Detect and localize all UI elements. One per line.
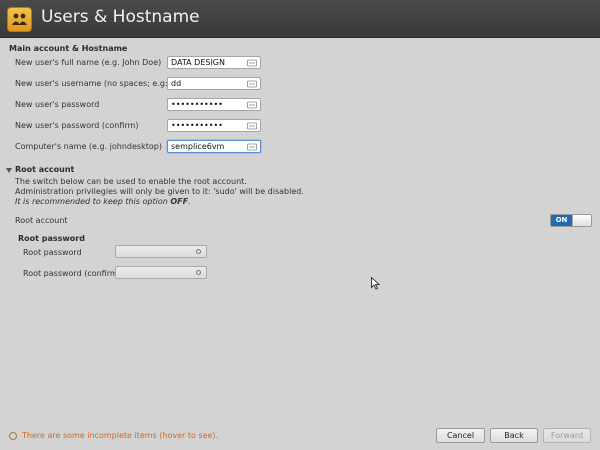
username-input[interactable]: dd — [167, 77, 261, 90]
root-password-title: Root password — [18, 234, 85, 243]
recommend-value: OFF — [170, 197, 189, 206]
computer-name-label: Computer's name (e.g. johndesktop) — [15, 142, 162, 151]
cancel-button[interactable]: Cancel — [436, 428, 485, 443]
keyboard-icon — [247, 59, 257, 67]
keyboard-icon — [247, 143, 257, 151]
root-password-confirm-input[interactable] — [115, 266, 207, 279]
password-label: New user's password — [15, 100, 100, 109]
switch-on-label: ON — [551, 215, 572, 226]
recommend-prefix: It is recommended to keep this option — [15, 197, 171, 206]
main-account-section-title: Main account & Hostname — [9, 44, 128, 53]
root-password-input[interactable] — [115, 245, 207, 258]
collapse-triangle-icon[interactable] — [6, 168, 12, 173]
warning-icon — [9, 432, 17, 440]
root-description-line2: Administration privilegies will only be … — [15, 187, 304, 196]
username-label: New user's username (no spaces; e.g: joh… — [15, 79, 191, 88]
computer-name-input[interactable]: semplice6vm — [167, 140, 261, 153]
root-description-line1: The switch below can be used to enable t… — [15, 177, 247, 186]
recommend-suffix: . — [188, 197, 191, 206]
full-name-input[interactable]: DATA DESIGN — [167, 56, 261, 69]
switch-knob[interactable] — [572, 215, 591, 226]
root-account-switch[interactable]: ON — [550, 214, 592, 227]
password-value: ••••••••••• — [171, 100, 223, 109]
root-account-section-title: Root account — [15, 165, 75, 174]
keyboard-icon — [247, 101, 257, 109]
mouse-cursor-icon — [371, 277, 380, 290]
computer-name-value: semplice6vm — [171, 142, 225, 151]
password-confirm-label: New user's password (confirm) — [15, 121, 139, 130]
window-title: Users & Hostname — [41, 7, 200, 27]
clear-icon — [196, 270, 201, 275]
password-input[interactable]: ••••••••••• — [167, 98, 261, 111]
password-confirm-value: ••••••••••• — [171, 121, 223, 130]
username-value: dd — [171, 79, 182, 88]
keyboard-icon — [247, 122, 257, 130]
password-confirm-input[interactable]: ••••••••••• — [167, 119, 261, 132]
title-bar: Users & Hostname — [0, 0, 600, 38]
users-icon — [7, 7, 32, 32]
forward-button[interactable]: Forward — [543, 428, 591, 443]
back-button[interactable]: Back — [490, 428, 538, 443]
status-message[interactable]: There are some incomplete items (hover t… — [22, 431, 218, 440]
full-name-value: DATA DESIGN — [171, 58, 225, 67]
root-password-confirm-label: Root password (confirm) — [23, 269, 121, 278]
root-recommendation: It is recommended to keep this option OF… — [15, 197, 191, 207]
root-password-label: Root password — [23, 248, 82, 257]
root-account-switch-label: Root account — [15, 216, 68, 225]
keyboard-icon — [247, 80, 257, 88]
full-name-label: New user's full name (e.g. John Doe) — [15, 58, 162, 67]
clear-icon — [196, 249, 201, 254]
